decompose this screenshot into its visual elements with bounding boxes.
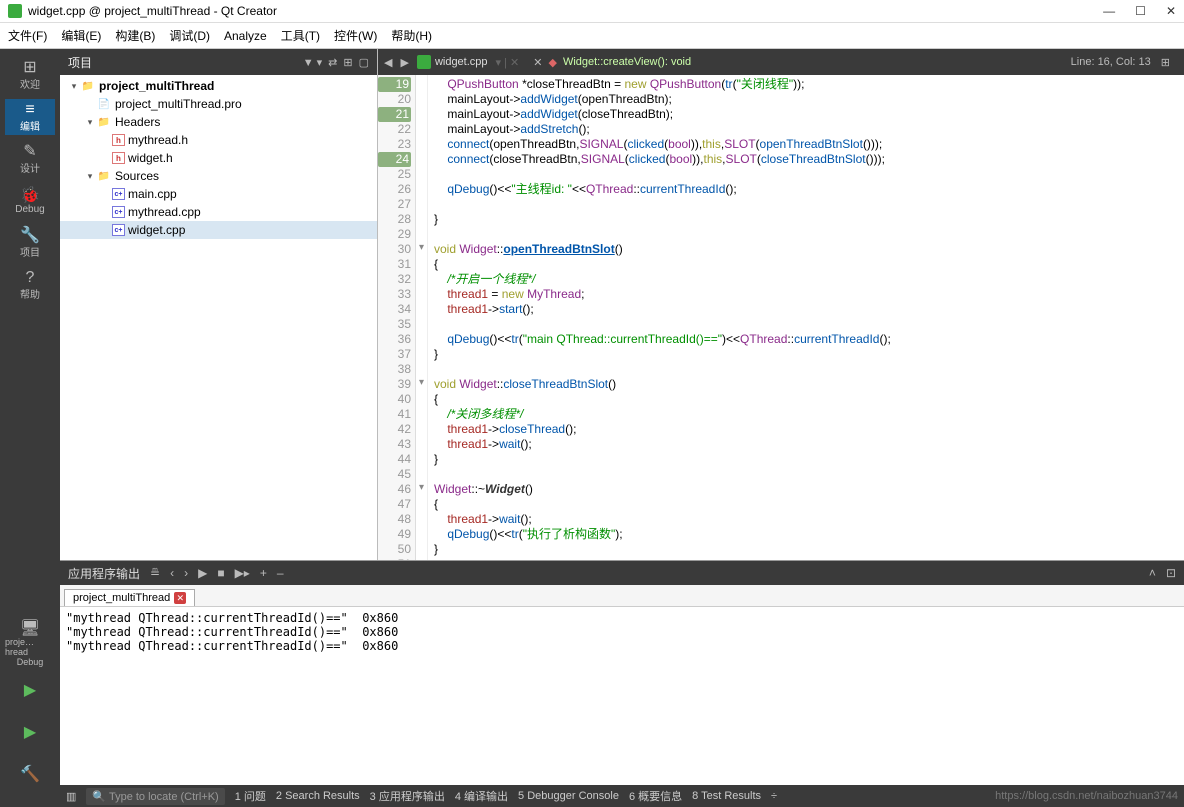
menu-tools[interactable]: 工具(T)	[281, 27, 320, 44]
titlebar: widget.cpp @ project_multiThread - Qt Cr…	[0, 0, 1184, 23]
status-tab-appoutput[interactable]: 3 应用程序输出	[370, 788, 445, 804]
status-tab-issues[interactable]: 1 问题	[235, 788, 266, 804]
bookmark-button[interactable]: ✕	[533, 56, 542, 69]
output-add-button[interactable]: +	[260, 566, 267, 580]
status-tab-more[interactable]: ÷	[771, 790, 777, 802]
kit-selector[interactable]: 🖥 proje…hread Debug	[5, 621, 55, 667]
output-header: 应用程序输出 ≞ ‹ › ▶ ■ ▶▸ + – ˄ ⊡	[60, 561, 1184, 585]
hammer-icon: 🔨	[20, 767, 40, 783]
minimize-button[interactable]: —	[1103, 4, 1115, 18]
menu-edit[interactable]: 编辑(E)	[61, 27, 101, 44]
code-lines[interactable]: QPushButton *closeThreadBtn = new QPushB…	[428, 75, 1184, 560]
mode-help[interactable]: ?帮助	[5, 267, 55, 303]
pencil-icon: ✎	[23, 144, 36, 160]
run-button[interactable]: ▶	[5, 673, 55, 709]
close-button[interactable]: ✕	[1166, 4, 1176, 18]
nav-back-button[interactable]: ◀	[384, 56, 392, 69]
output-rerun-button[interactable]: ▶▸	[235, 566, 250, 580]
maximize-button[interactable]: ☐	[1135, 4, 1146, 18]
output-remove-button[interactable]: –	[277, 566, 284, 580]
bug-icon: 🐞	[20, 188, 40, 204]
output-collapse-button[interactable]: ˄	[1149, 566, 1156, 580]
output-tab-label: project_multiThread	[73, 592, 170, 604]
menu-debug[interactable]: 调试(D)	[169, 27, 210, 44]
editor-toolbar: ◀ ▶ widget.cpp ▾ | ✕ ✕ ◆ Widget::createV…	[378, 49, 1184, 75]
cpp-icon	[417, 55, 431, 69]
output-title: 应用程序输出	[68, 565, 140, 582]
editor-split-button[interactable]: ⊞	[1161, 56, 1170, 69]
output-filter-button[interactable]: ≞	[150, 566, 160, 580]
menu-analyze[interactable]: Analyze	[224, 29, 267, 43]
project-panel-title: 项目	[68, 54, 92, 71]
mode-sidebar: ⊞欢迎 ≡编辑 ✎设计 🐞Debug 🔧项目 ?帮助 🖥 proje…hread…	[0, 49, 60, 807]
help-icon: ?	[26, 270, 35, 286]
mode-edit[interactable]: ≡编辑	[5, 99, 55, 135]
nav-fwd-button[interactable]: ▶	[400, 56, 408, 69]
output-prev-button[interactable]: ‹	[170, 566, 174, 580]
play-bug-icon: ▶	[24, 725, 36, 741]
fold-column[interactable]: ▾▾▾	[416, 75, 428, 560]
tree-row[interactable]: ▾📁Sources	[60, 167, 377, 185]
code-editor[interactable]: 1920212223242526272829303132333435363738…	[378, 75, 1184, 560]
grid-icon: ⊞	[23, 60, 36, 76]
menu-help[interactable]: 帮助(H)	[391, 27, 432, 44]
project-tree[interactable]: ▾📁project_multiThread📄project_multiThrea…	[60, 75, 377, 560]
mode-welcome[interactable]: ⊞欢迎	[5, 57, 55, 93]
breadcrumb[interactable]: Widget::createView(): void	[563, 56, 691, 68]
locator-input[interactable]: 🔍 Type to locate (Ctrl+K)	[86, 788, 224, 805]
play-icon: ▶	[24, 683, 36, 699]
output-tab-close[interactable]: ✕	[174, 592, 186, 604]
status-tab-debugger[interactable]: 5 Debugger Console	[518, 790, 619, 802]
mode-debug[interactable]: 🐞Debug	[5, 183, 55, 219]
link-button[interactable]: ⇄	[328, 56, 337, 69]
cursor-position[interactable]: Line: 16, Col: 13	[1071, 56, 1151, 68]
menubar: 文件(F) 编辑(E) 构建(B) 调试(D) Analyze 工具(T) 控件…	[0, 23, 1184, 49]
tree-row[interactable]: c+main.cpp	[60, 185, 377, 203]
project-panel-header: 项目 ▼ ▾ ⇄ ⊞ ▢	[60, 49, 377, 75]
menu-file[interactable]: 文件(F)	[8, 27, 47, 44]
debug-run-button[interactable]: ▶	[5, 715, 55, 751]
tree-row[interactable]: ▾📁Headers	[60, 113, 377, 131]
output-panel: 应用程序输出 ≞ ‹ › ▶ ■ ▶▸ + – ˄ ⊡ project_mult…	[60, 560, 1184, 785]
edit-icon: ≡	[25, 102, 34, 118]
statusbar: ▥ 🔍 Type to locate (Ctrl+K) 1 问题 2 Searc…	[60, 785, 1184, 807]
editor-panel: ◀ ▶ widget.cpp ▾ | ✕ ✕ ◆ Widget::createV…	[378, 49, 1184, 560]
mode-projects[interactable]: 🔧项目	[5, 225, 55, 261]
tree-row[interactable]: hmythread.h	[60, 131, 377, 149]
window-title: widget.cpp @ project_multiThread - Qt Cr…	[28, 4, 1103, 18]
mode-design[interactable]: ✎设计	[5, 141, 55, 177]
tree-row[interactable]: 📄project_multiThread.pro	[60, 95, 377, 113]
status-tab-test[interactable]: 8 Test Results	[692, 790, 761, 802]
menu-widgets[interactable]: 控件(W)	[334, 27, 377, 44]
status-tab-general[interactable]: 6 概要信息	[629, 788, 682, 804]
tree-row[interactable]: c+mythread.cpp	[60, 203, 377, 221]
output-body[interactable]: "mythread QThread::currentThreadId()==" …	[60, 607, 1184, 785]
tree-row[interactable]: hwidget.h	[60, 149, 377, 167]
line-gutter[interactable]: 1920212223242526272829303132333435363738…	[378, 75, 416, 560]
sidebar-toggle-button[interactable]: ▥	[66, 790, 76, 803]
app-icon	[8, 4, 22, 18]
output-tab[interactable]: project_multiThread ✕	[64, 589, 195, 606]
project-panel: 项目 ▼ ▾ ⇄ ⊞ ▢ ▾📁project_multiThread📄proje…	[60, 49, 378, 560]
editor-tab[interactable]: widget.cpp	[417, 55, 488, 69]
status-tab-compile[interactable]: 4 编译输出	[455, 788, 508, 804]
split-button[interactable]: ⊞	[343, 56, 352, 69]
panel-close-button[interactable]: ▢	[359, 56, 369, 69]
output-next-button[interactable]: ›	[184, 566, 188, 580]
output-run-button[interactable]: ▶	[198, 566, 207, 580]
symbol-icon: ◆	[548, 56, 556, 69]
watermark: https://blog.csdn.net/naibozhuan3744	[995, 790, 1178, 802]
filter-button[interactable]: ▼ ▾	[303, 56, 322, 69]
output-stop-button[interactable]: ■	[217, 566, 224, 580]
status-tab-search[interactable]: 2 Search Results	[276, 790, 360, 802]
output-max-button[interactable]: ⊡	[1166, 566, 1176, 580]
wrench-icon: 🔧	[20, 228, 40, 244]
monitor-icon: 🖥	[20, 621, 40, 637]
menu-build[interactable]: 构建(B)	[115, 27, 155, 44]
tree-row[interactable]: ▾📁project_multiThread	[60, 77, 377, 95]
tree-row[interactable]: c+widget.cpp	[60, 221, 377, 239]
editor-tab-label: widget.cpp	[435, 56, 488, 68]
build-button[interactable]: 🔨	[5, 757, 55, 793]
